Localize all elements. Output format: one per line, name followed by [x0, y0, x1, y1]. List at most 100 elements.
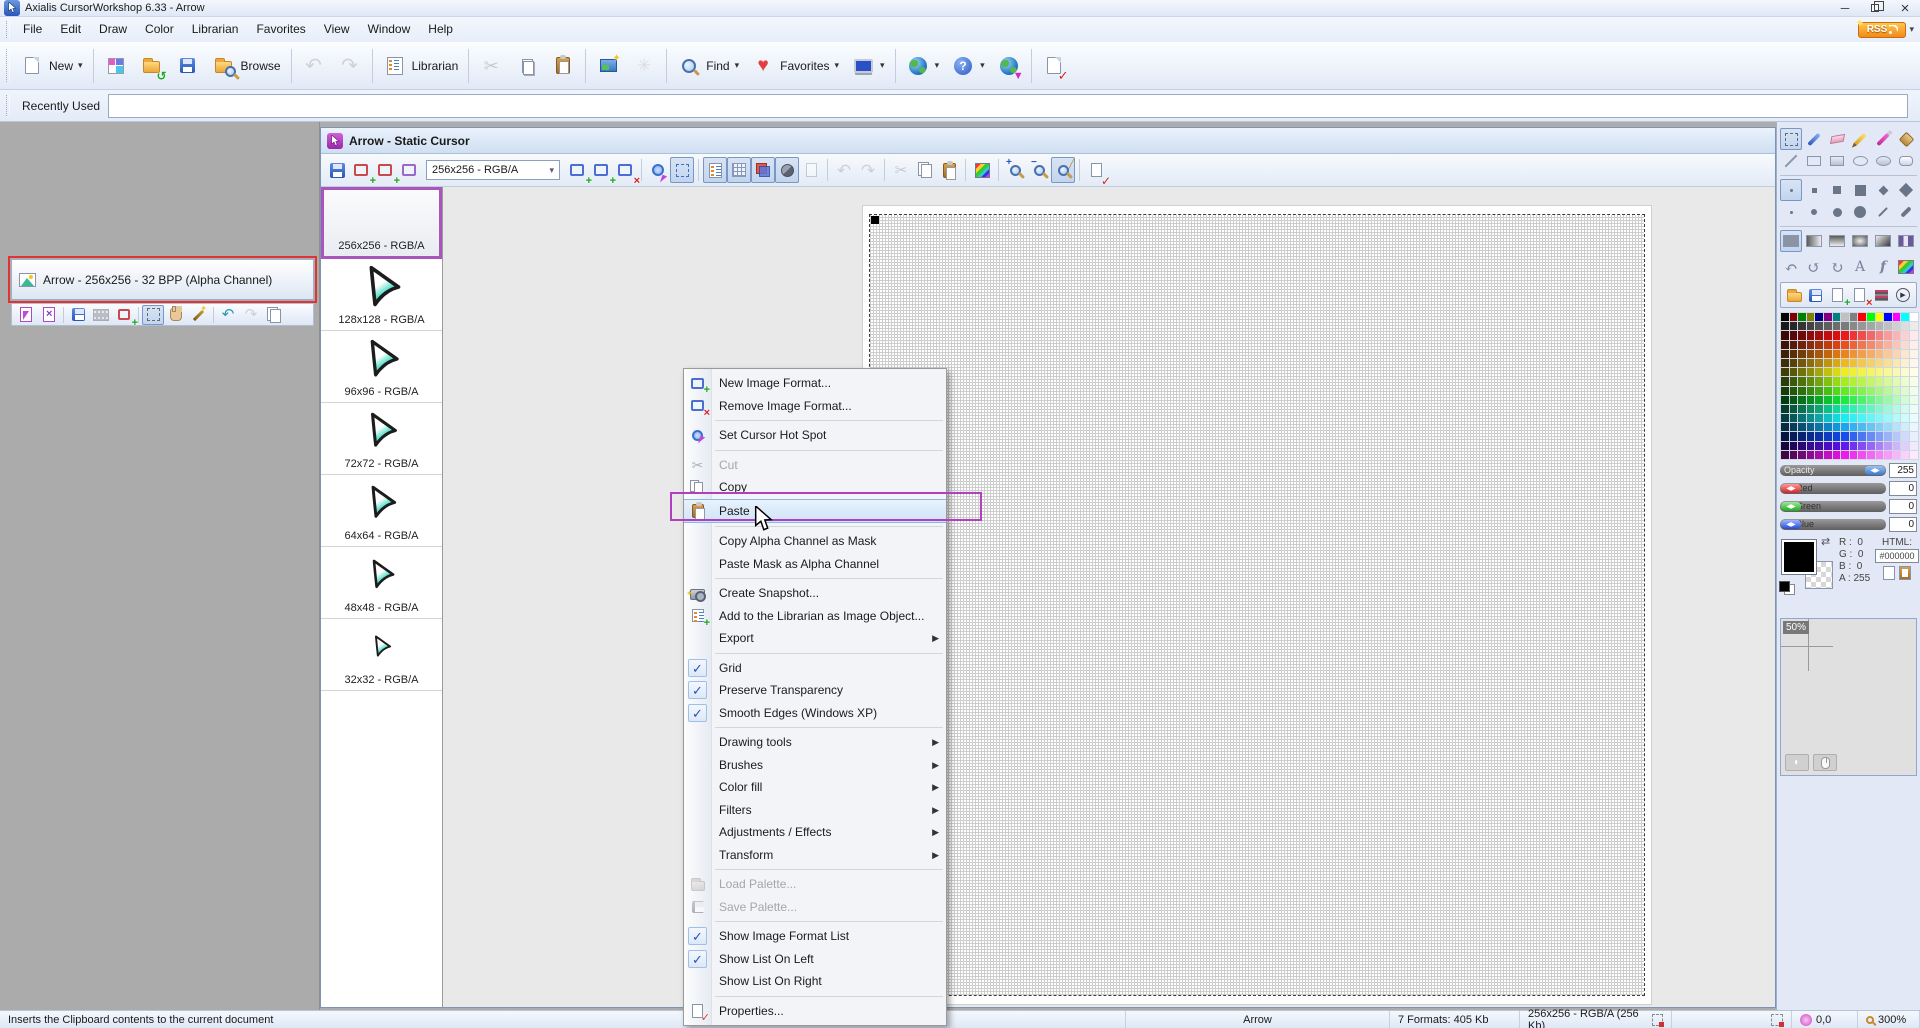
palette-color-cell[interactable]: [1850, 359, 1858, 367]
palette-color-cell[interactable]: [1807, 341, 1815, 349]
rotate-left-button[interactable]: ↶: [1780, 256, 1802, 278]
rotate-button[interactable]: ↺: [1803, 256, 1825, 278]
menu-file[interactable]: File: [14, 17, 51, 42]
hot-spot-button[interactable]: [646, 157, 670, 183]
palette-color-cell[interactable]: [1841, 377, 1849, 385]
palette-color-cell[interactable]: [1901, 341, 1909, 349]
palette-color-cell[interactable]: [1781, 442, 1789, 450]
palette-color-cell[interactable]: [1876, 331, 1884, 339]
palette-color-cell[interactable]: [1807, 423, 1815, 431]
palette-color-cell[interactable]: [1824, 432, 1832, 440]
brush-square-small[interactable]: [1803, 179, 1825, 201]
screen-dropdown-arrow[interactable]: ▾: [880, 60, 885, 71]
palette-color-cell[interactable]: [1807, 331, 1815, 339]
blue-value[interactable]: 0: [1889, 517, 1917, 532]
palette-color-cell[interactable]: [1815, 341, 1823, 349]
palette-color-cell[interactable]: [1815, 423, 1823, 431]
red-value[interactable]: 0: [1889, 481, 1917, 496]
brush-round-small[interactable]: [1803, 201, 1825, 223]
palette-color-cell[interactable]: [1824, 387, 1832, 395]
palette-color-cell[interactable]: [1884, 414, 1892, 422]
new-animated-cursor-button[interactable]: [38, 305, 60, 325]
palette-color-cell[interactable]: [1893, 451, 1901, 459]
palette-color-cell[interactable]: [1790, 341, 1798, 349]
palette-color-cell[interactable]: [1815, 387, 1823, 395]
format-item-72x72[interactable]: 72x72 - RGB/A: [321, 403, 442, 475]
format-item-128x128[interactable]: 128x128 - RGB/A: [321, 259, 442, 331]
recently-used-field[interactable]: [108, 94, 1908, 118]
palette-color-cell[interactable]: [1901, 396, 1909, 404]
doc-copy-button[interactable]: [913, 157, 937, 183]
palette-color-cell[interactable]: [1833, 322, 1841, 330]
palette-color-cell[interactable]: [1790, 442, 1798, 450]
palette-color-cell[interactable]: [1858, 322, 1866, 330]
palette-color-cell[interactable]: [1815, 331, 1823, 339]
palette-color-cell[interactable]: [1833, 350, 1841, 358]
palette-color-cell[interactable]: [1858, 442, 1866, 450]
palette-color-cell[interactable]: [1841, 331, 1849, 339]
new-dropdown-arrow[interactable]: ▾: [78, 60, 83, 71]
palette-color-cell[interactable]: [1893, 387, 1901, 395]
palette-color-cell[interactable]: [1876, 359, 1884, 367]
palette-color-cell[interactable]: [1910, 414, 1918, 422]
palette-color-cell[interactable]: [1815, 377, 1823, 385]
palette-color-cell[interactable]: [1893, 405, 1901, 413]
palette-color-cell[interactable]: [1790, 432, 1798, 440]
palette-color-cell[interactable]: [1910, 368, 1918, 376]
palette-color-cell[interactable]: [1841, 313, 1849, 321]
brush-square-medium[interactable]: [1826, 179, 1848, 201]
menu-color[interactable]: Color: [136, 17, 183, 42]
palette-color-cell[interactable]: [1798, 423, 1806, 431]
palette-color-cell[interactable]: [1858, 377, 1866, 385]
palette-color-cell[interactable]: [1790, 350, 1798, 358]
menu-item-add-to-the-librarian-as-image-object[interactable]: +Add to the Librarian as Image Object...: [684, 605, 946, 628]
palette-color-cell[interactable]: [1876, 350, 1884, 358]
doc-redo-button[interactable]: ↷: [856, 157, 880, 183]
redo-button[interactable]: ↷: [332, 46, 368, 86]
palette-color-cell[interactable]: [1867, 313, 1875, 321]
menu-item-show-list-on-left[interactable]: ✓Show List On Left: [684, 948, 946, 971]
palette-color-cell[interactable]: [1884, 451, 1892, 459]
tool-eraser[interactable]: [1826, 128, 1848, 150]
palette-color-cell[interactable]: [1884, 405, 1892, 413]
palette-color-cell[interactable]: [1850, 423, 1858, 431]
palette-color-cell[interactable]: [1893, 368, 1901, 376]
doc-undo-button[interactable]: ↶: [832, 157, 856, 183]
undo-button[interactable]: ↶: [296, 46, 332, 86]
palette-color-cell[interactable]: [1850, 451, 1858, 459]
palette-color-cell[interactable]: [1876, 377, 1884, 385]
test-cursor-button[interactable]: ✓: [1036, 46, 1072, 86]
palette-color-cell[interactable]: [1901, 451, 1909, 459]
palette-color-cell[interactable]: [1824, 442, 1832, 450]
palette-color-cell[interactable]: [1833, 414, 1841, 422]
tool-line[interactable]: [1780, 150, 1802, 172]
format-item-64x64[interactable]: 64x64 - RGB/A: [321, 475, 442, 547]
help-button[interactable]: ?▾: [945, 46, 991, 86]
hotspot-marker[interactable]: [871, 216, 879, 224]
rotate-180-button[interactable]: ↻: [1826, 256, 1848, 278]
palette-color-cell[interactable]: [1901, 387, 1909, 395]
palette-color-cell[interactable]: [1850, 368, 1858, 376]
palette-color-cell[interactable]: [1807, 451, 1815, 459]
palette-color-cell[interactable]: [1876, 423, 1884, 431]
doc-duplicate-format-button[interactable]: +: [373, 157, 397, 183]
red-slider[interactable]: Red◀▶: [1780, 483, 1886, 494]
palette-color-cell[interactable]: [1901, 313, 1909, 321]
palette-color-cell[interactable]: [1824, 313, 1832, 321]
palette-color-cell[interactable]: [1867, 396, 1875, 404]
doc-cut-button[interactable]: ✂: [889, 157, 913, 183]
green-value[interactable]: 0: [1889, 499, 1917, 514]
menu-item-create-snapshot[interactable]: Create Snapshot...: [684, 582, 946, 605]
palette-color-cell[interactable]: [1850, 387, 1858, 395]
opacity-slider[interactable]: Opacity◀▶: [1780, 465, 1886, 476]
palette-color-cell[interactable]: [1781, 423, 1789, 431]
redo-small-button[interactable]: ↷: [240, 305, 262, 325]
palette-color-cell[interactable]: [1833, 405, 1841, 413]
palette-color-cell[interactable]: [1850, 341, 1858, 349]
palette-color-cell[interactable]: [1833, 341, 1841, 349]
favorites-dropdown-arrow[interactable]: ▾: [835, 60, 840, 71]
palette-color-cell[interactable]: [1850, 377, 1858, 385]
doc-save-button[interactable]: [325, 157, 349, 183]
palette-color-cell[interactable]: [1781, 331, 1789, 339]
palette-color-cell[interactable]: [1833, 423, 1841, 431]
